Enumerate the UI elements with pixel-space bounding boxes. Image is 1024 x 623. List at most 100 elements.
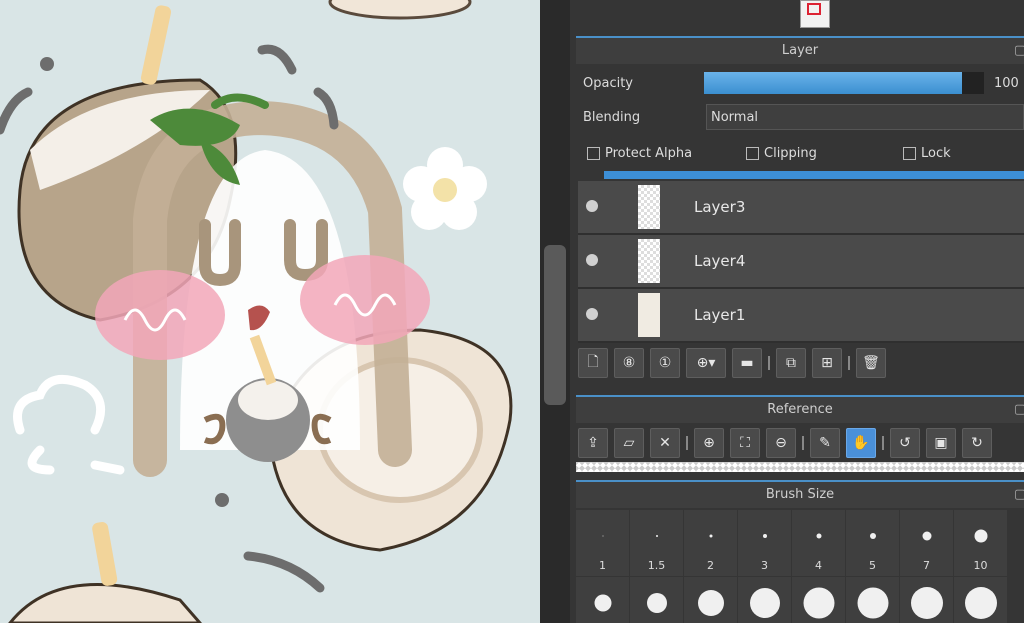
blending-mode-select[interactable]: Normal xyxy=(706,104,1024,130)
brush-dot-icon xyxy=(594,594,611,612)
brush-size-cell[interactable]: 4 xyxy=(792,510,845,576)
brush-size-cell[interactable] xyxy=(846,577,899,623)
lock-checkbox[interactable]: Lock xyxy=(903,146,951,161)
toolbar-separator xyxy=(686,428,688,458)
panel-collapse-icon[interactable]: ▢ xyxy=(1014,38,1024,64)
layer-thumbnail xyxy=(638,239,660,283)
zoom-out-button[interactable]: ⊖ xyxy=(766,428,796,458)
add-layer-menu-button[interactable]: ⊕▾ xyxy=(686,348,726,378)
merge-layer-button[interactable]: ⊞ xyxy=(812,348,842,378)
reference-image-area[interactable] xyxy=(576,462,1024,472)
brush-dot-icon xyxy=(803,587,834,619)
new-1bit-layer-button[interactable]: ① xyxy=(650,348,680,378)
layer-name: Layer1 xyxy=(694,306,746,324)
scrollbar-thumb[interactable] xyxy=(544,245,566,405)
brush-size-cell[interactable] xyxy=(576,577,629,623)
layer-name: Layer3 xyxy=(694,198,746,216)
upload-reference-button[interactable]: ⇪ xyxy=(578,428,608,458)
zoom-in-icon: ⊕ xyxy=(703,435,715,451)
reference-toolbar: ⇪ ▱ ✕ ⊕ ⛶ ⊖ ✎ ✋ ↺ ▣ ↻ xyxy=(578,428,992,458)
layer-thumbnail xyxy=(638,185,660,229)
brush-size-label: 2 xyxy=(707,559,714,572)
drawing-canvas[interactable] xyxy=(0,0,540,623)
duplicate-layer-button[interactable]: ⧉ xyxy=(776,348,806,378)
toolbar-separator xyxy=(802,428,804,458)
brush-size-cell[interactable]: 3 xyxy=(738,510,791,576)
zoom-in-button[interactable]: ⊕ xyxy=(694,428,724,458)
brush-size-cell[interactable]: 10 xyxy=(954,510,1007,576)
brush-dot-icon xyxy=(974,529,987,543)
opacity-slider[interactable] xyxy=(704,72,984,94)
right-panel: Layer ▢ Opacity 100 Blending Normal Prot… xyxy=(570,0,1024,623)
brush-size-label: 10 xyxy=(973,559,988,572)
brush-dot-icon xyxy=(869,533,876,539)
close-icon: ✕ xyxy=(659,435,671,451)
protect-alpha-checkbox[interactable]: Protect Alpha xyxy=(587,146,692,161)
brush-size-cell[interactable]: 2 xyxy=(684,510,737,576)
brush-size-cell[interactable]: 5 xyxy=(846,510,899,576)
brush-size-cell[interactable] xyxy=(738,577,791,623)
rotate-left-icon: ↺ xyxy=(899,435,911,451)
eyedropper-button[interactable]: ✎ xyxy=(810,428,840,458)
brush-size-cell[interactable] xyxy=(954,577,1007,623)
brush-dot-icon xyxy=(697,590,724,616)
brush-size-label: 4 xyxy=(815,559,822,572)
brush-dot-icon xyxy=(922,531,931,541)
visibility-eye-icon[interactable] xyxy=(586,254,598,266)
selected-layer-strip[interactable] xyxy=(604,171,1024,179)
brush-size-grid: 1 1.5 2 3 4 5 7 10 xyxy=(576,510,1007,623)
opacity-value: 100 xyxy=(994,76,1019,91)
new-page-icon: 🗋 xyxy=(587,354,599,370)
layer-toolbar: 🗋 ⑧ ① ⊕▾ ▬ ⧉ ⊞ 🗑 xyxy=(578,348,886,378)
toolbar-separator xyxy=(768,348,770,378)
hand-tool-button[interactable]: ✋ xyxy=(846,428,876,458)
navigator-preview xyxy=(800,0,830,28)
new-folder-button[interactable]: ▬ xyxy=(732,348,762,378)
fit-screen-icon: ⛶ xyxy=(740,435,750,451)
open-reference-button[interactable]: ▱ xyxy=(614,428,644,458)
lock-label: Lock xyxy=(921,146,951,161)
layer-row[interactable]: Layer4 xyxy=(578,235,1024,289)
brush-size-cell[interactable]: 1 xyxy=(576,510,629,576)
cloud-upload-icon: ⇪ xyxy=(587,435,599,451)
panel-collapse-icon[interactable]: ▢ xyxy=(1014,482,1024,508)
panel-collapse-icon[interactable]: ▢ xyxy=(1014,397,1024,423)
checkbox-icon xyxy=(903,147,916,160)
reference-panel-title: Reference xyxy=(767,402,833,417)
visibility-eye-icon[interactable] xyxy=(586,200,598,212)
canvas-artwork xyxy=(0,0,513,623)
close-reference-button[interactable]: ✕ xyxy=(650,428,680,458)
fit-button[interactable]: ⛶ xyxy=(730,428,760,458)
brush-size-label: 7 xyxy=(923,559,930,572)
layer-8-icon: ⑧ xyxy=(622,355,636,371)
layer-row[interactable]: Layer3 xyxy=(578,181,1024,235)
brush-dot-icon xyxy=(646,593,667,613)
visibility-eye-icon[interactable] xyxy=(586,308,598,320)
brush-size-label: 5 xyxy=(869,559,876,572)
trash-icon: 🗑 xyxy=(862,355,880,371)
merge-icon: ⊞ xyxy=(821,355,833,371)
brush-size-cell[interactable] xyxy=(684,577,737,623)
checkbox-icon xyxy=(746,147,759,160)
reset-view-button[interactable]: ▣ xyxy=(926,428,956,458)
brush-dot-icon xyxy=(816,533,821,539)
reset-view-icon: ▣ xyxy=(934,435,948,451)
rotate-right-button[interactable]: ↻ xyxy=(962,428,992,458)
brush-size-cell[interactable] xyxy=(630,577,683,623)
add-layer-dropdown-icon: ⊕▾ xyxy=(696,355,716,371)
brush-size-cell[interactable]: 7 xyxy=(900,510,953,576)
toolbar-separator xyxy=(848,348,850,378)
new-8bit-layer-button[interactable]: ⑧ xyxy=(614,348,644,378)
brush-size-cell[interactable] xyxy=(792,577,845,623)
opacity-label: Opacity xyxy=(583,76,634,91)
brush-size-cell[interactable]: 1.5 xyxy=(630,510,683,576)
brush-size-cell[interactable] xyxy=(900,577,953,623)
rotate-left-button[interactable]: ↺ xyxy=(890,428,920,458)
clipping-checkbox[interactable]: Clipping xyxy=(746,146,817,161)
canvas-vertical-scrollbar[interactable] xyxy=(540,0,570,623)
layer-row[interactable]: Layer1 xyxy=(578,289,1024,343)
delete-layer-button[interactable]: 🗑 xyxy=(856,348,886,378)
zoom-out-icon: ⊖ xyxy=(775,435,787,451)
duplicate-icon: ⧉ xyxy=(786,355,796,371)
new-layer-button[interactable]: 🗋 xyxy=(578,348,608,378)
